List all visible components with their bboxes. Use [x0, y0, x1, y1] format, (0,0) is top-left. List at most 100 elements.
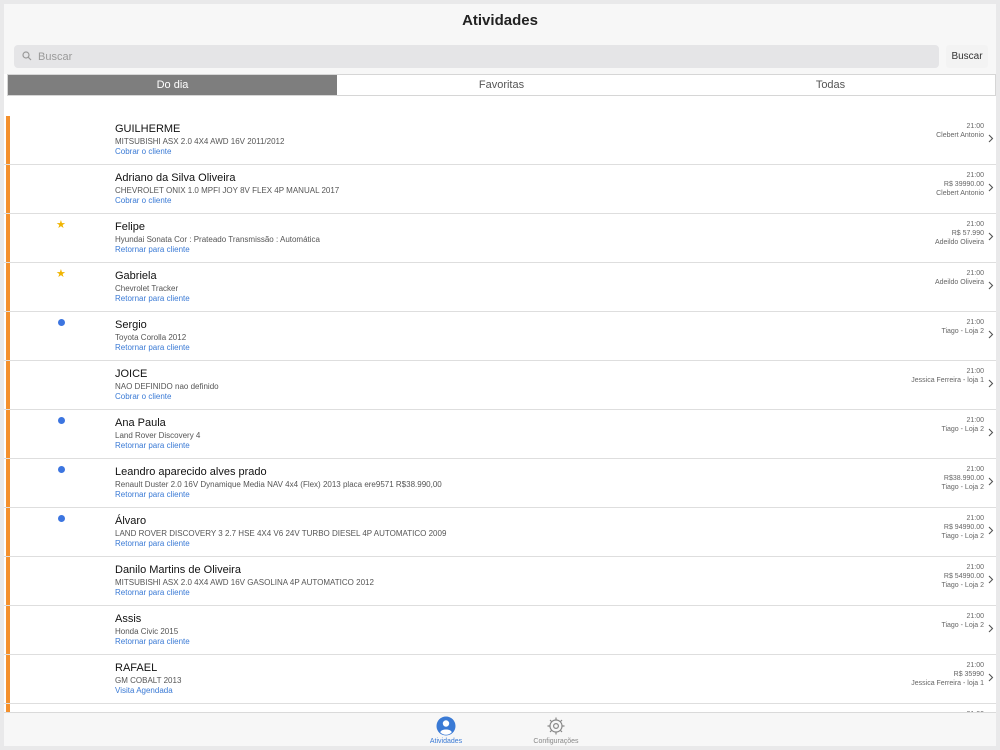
client-name: Sergio [115, 319, 147, 331]
row-meta: 21:00 R$ 57.990 Adeildo Oliveira [935, 220, 984, 247]
search-icon [22, 51, 32, 61]
list-header-spacer [4, 96, 996, 117]
row-meta: 21:00 R$ 94990.00 Tiago - Loja 2 [941, 514, 984, 541]
search-field[interactable] [14, 45, 939, 68]
unread-dot-icon [58, 319, 65, 326]
activity-action-link[interactable]: Retornar para cliente [115, 588, 190, 597]
row-accent-bar [6, 557, 10, 605]
tab-atividades-label: Atividades [429, 738, 463, 745]
row-meta: 21:00 Jessica Ferreira - loja 1 [911, 367, 984, 385]
vehicle-description: CHEVROLET ONIX 1.0 MPFI JOY 8V FLEX 4P M… [115, 186, 340, 195]
search-button[interactable]: Buscar [946, 45, 988, 68]
activity-time: 21:00 [966, 172, 984, 179]
client-name: JOICE [115, 368, 148, 380]
activity-time: 21:00 [966, 123, 984, 130]
list-item[interactable]: Adriano da Silva Oliveira CHEVROLET ONIX … [4, 165, 996, 214]
activity-time: 21:00 [966, 515, 984, 522]
activity-action-link[interactable]: Retornar para cliente [115, 245, 190, 254]
row-accent-bar [6, 361, 10, 409]
list-item[interactable]: Danilo Martins de Oliveira MITSUBISHI ASX… [4, 557, 996, 606]
search-bar: Buscar [4, 38, 996, 74]
client-name: Felipe [115, 221, 145, 233]
list-item[interactable]: ★ Gabriela Chevrolet Tracker Retornar para … [4, 263, 996, 312]
meta-line: Adeildo Oliveira [934, 279, 984, 286]
vehicle-description: Land Rover Discovery 4 [115, 431, 201, 440]
vehicle-description: LAND ROVER DISCOVERY 3 2.7 HSE 4X4 V6 24… [115, 529, 447, 538]
activity-action-link[interactable]: Retornar para cliente [115, 637, 190, 646]
page-title: Atividades [462, 12, 538, 29]
chevron-right-icon [988, 624, 994, 633]
row-meta: 21:00 Tiago - Loja 2 [941, 416, 984, 434]
meta-line: Tiago - Loja 2 [941, 426, 984, 433]
chevron-right-icon [988, 330, 994, 339]
row-accent-bar [6, 214, 10, 262]
vehicle-description: NAO DEFINIDO nao definido [115, 382, 219, 391]
client-name: Ana Paula [115, 417, 166, 429]
favorite-star-icon: ★ [56, 268, 66, 280]
meta-line: Tiago - Loja 2 [941, 622, 984, 629]
list-item[interactable]: RAFAEL GM COBALT 2013 Visita Agendada 21:00… [4, 655, 996, 704]
tab-configuracoes[interactable]: Configurações [516, 716, 596, 745]
row-accent-bar [6, 655, 10, 703]
client-name: Danilo Martins de Oliveira [115, 564, 241, 576]
navigation-bar: Atividades [4, 4, 996, 38]
meta-line: Jessica Ferreira - loja 1 [911, 377, 984, 384]
unread-dot-icon [58, 515, 65, 522]
meta-line: R$38.990.00 [943, 475, 984, 482]
list-item[interactable]: ★ Felipe Hyundai Sonata Cor : Prateado Tra… [4, 214, 996, 263]
activity-action-link[interactable]: Retornar para cliente [115, 343, 190, 352]
vehicle-description: Honda Civic 2015 [115, 627, 179, 636]
list-item[interactable]: Sergio Toyota Corolla 2012 Retornar para c… [4, 312, 996, 361]
meta-line: Adeildo Oliveira [934, 239, 984, 246]
activity-time: 21:00 [966, 368, 984, 375]
tab-bar: Atividades Configurações [4, 712, 996, 746]
list-item[interactable]: Ana Paula Land Rover Discovery 4 Retornar … [4, 410, 996, 459]
row-accent-bar [6, 263, 10, 311]
activity-list: GUILHERME MITSUBISHI ASX 2.0 4X4 AWD 16V … [4, 116, 996, 716]
tab-atividades[interactable]: Atividades [406, 716, 486, 745]
segment-todas[interactable]: Todas [666, 75, 995, 95]
list-item[interactable]: Assis Honda Civic 2015 Retornar para clien… [4, 606, 996, 655]
segment-do-dia[interactable]: Do dia [8, 75, 337, 95]
list-item[interactable]: GUILHERME MITSUBISHI ASX 2.0 4X4 AWD 16V … [4, 116, 996, 165]
client-name: Álvaro [115, 515, 147, 527]
gear-icon [547, 717, 565, 735]
unread-dot-icon [58, 417, 65, 424]
list-item[interactable]: JOICE NAO DEFINIDO nao definido Cobrar o c… [4, 361, 996, 410]
activity-action-link[interactable]: Cobrar o cliente [115, 147, 171, 156]
activity-action-link[interactable]: Visita Agendada [115, 686, 173, 695]
vehicle-description: Renault Duster 2.0 16V Dynamique Media N… [115, 480, 442, 489]
client-name: GUILHERME [115, 123, 181, 135]
vehicle-description: Chevrolet Tracker [115, 284, 179, 293]
vehicle-description: Toyota Corolla 2012 [115, 333, 187, 342]
chevron-right-icon [988, 232, 994, 241]
activity-time: 21:00 [966, 270, 984, 277]
segment-favoritas[interactable]: Favoritas [337, 75, 666, 95]
meta-line: R$ 54990.00 [943, 573, 984, 580]
client-name: Assis [115, 613, 142, 625]
activity-action-link[interactable]: Retornar para cliente [115, 539, 190, 548]
row-accent-bar [6, 410, 10, 458]
activity-time: 21:00 [966, 662, 984, 669]
chevron-right-icon [988, 575, 994, 584]
activity-action-link[interactable]: Retornar para cliente [115, 441, 190, 450]
chevron-right-icon [988, 673, 994, 682]
vehicle-description: GM COBALT 2013 [115, 676, 182, 685]
chevron-right-icon [988, 428, 994, 437]
chevron-right-icon [988, 477, 994, 486]
vehicle-description: Hyundai Sonata Cor : Prateado Transmissã… [115, 235, 320, 244]
activity-action-link[interactable]: Retornar para cliente [115, 490, 190, 499]
activity-action-link[interactable]: Retornar para cliente [115, 294, 190, 303]
meta-line: R$ 94990.00 [943, 524, 984, 531]
row-accent-bar [6, 459, 10, 507]
row-meta: 21:00 R$38.990.00 Tiago - Loja 2 [941, 465, 984, 492]
search-input[interactable] [38, 45, 928, 68]
chevron-right-icon [988, 134, 994, 143]
meta-line: Jessica Ferreira - loja 1 [911, 680, 984, 687]
activity-action-link[interactable]: Cobrar o cliente [115, 196, 171, 205]
vehicle-description: MITSUBISHI ASX 2.0 4X4 AWD 16V GASOLINA … [115, 578, 374, 587]
meta-line: Tiago - Loja 2 [941, 484, 984, 491]
list-item[interactable]: Álvaro LAND ROVER DISCOVERY 3 2.7 HSE 4X4… [4, 508, 996, 557]
activity-action-link[interactable]: Cobrar o cliente [115, 392, 171, 401]
list-item[interactable]: Leandro aparecido alves prado Renault Dus… [4, 459, 996, 508]
